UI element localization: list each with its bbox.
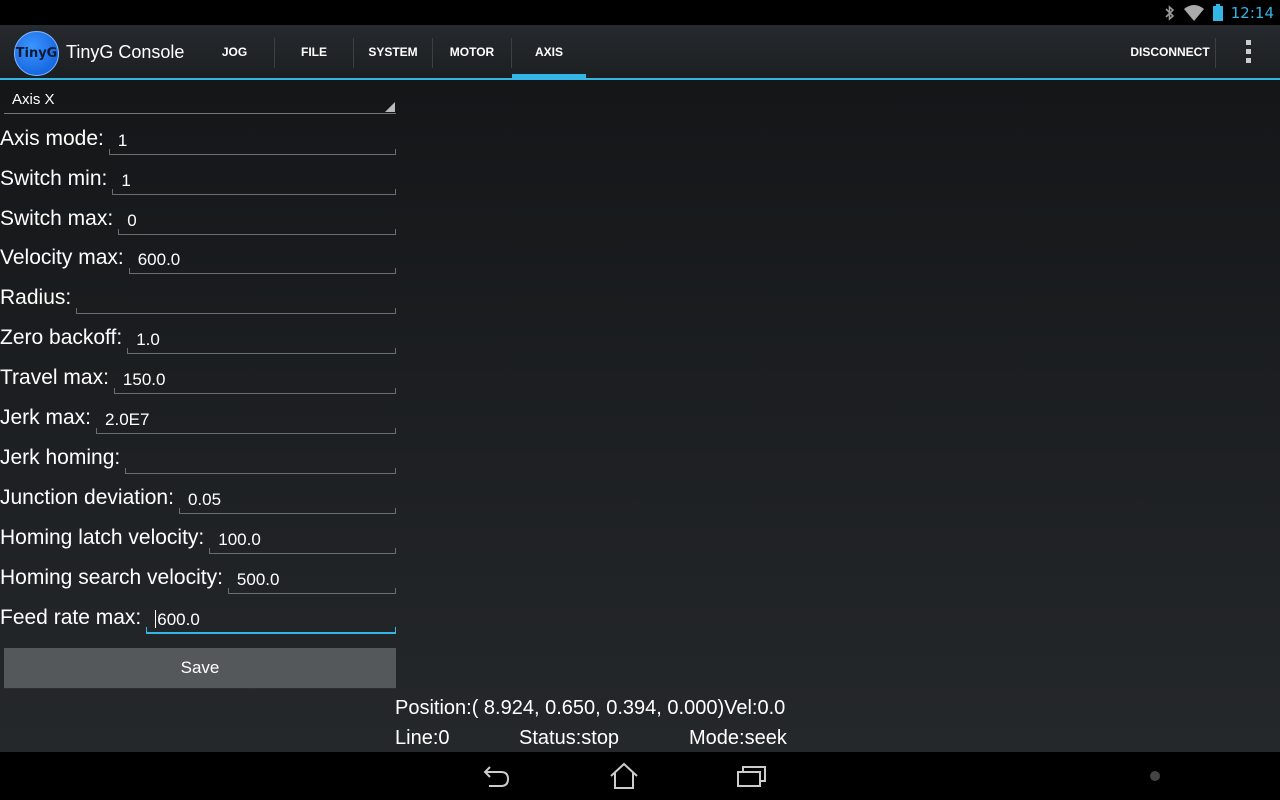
switch-min-input[interactable]: 1: [112, 169, 396, 195]
wifi-icon: [1183, 4, 1205, 21]
field-label: Homing latch velocity:: [0, 526, 205, 549]
dropdown-triangle-icon: [385, 102, 395, 112]
system-status-bar: 12:14: [0, 0, 1280, 25]
axis-spinner[interactable]: Axis X: [4, 88, 396, 114]
switch-max-input[interactable]: 0: [118, 209, 396, 235]
form-row-radius: Radius:: [0, 278, 396, 318]
form-row-junction-deviation: Junction deviation: 0.05: [0, 478, 397, 518]
form-row-homing-latch-velocity: Homing latch velocity: 100.0: [0, 518, 396, 558]
tab-jog[interactable]: JOG: [195, 25, 274, 78]
back-icon[interactable]: [476, 760, 516, 792]
field-label: Jerk max:: [0, 406, 92, 429]
homing-latch-velocity-input[interactable]: 100.0: [209, 528, 396, 554]
field-label: Switch min:: [0, 167, 108, 190]
field-label: Junction deviation:: [0, 486, 174, 509]
jerk-max-input[interactable]: 2.0E7: [96, 408, 396, 434]
field-label: Zero backoff:: [0, 326, 123, 349]
field-label: Velocity max:: [0, 246, 124, 269]
field-label: Jerk homing:: [0, 446, 121, 469]
form-row-homing-search-velocity: Homing search velocity: 500.0: [0, 558, 397, 598]
app-title: TinyG Console: [66, 42, 185, 62]
junction-deviation-input[interactable]: 0.05: [178, 488, 397, 514]
velocity-max-input[interactable]: 600.0: [128, 248, 397, 274]
form-row-feed-rate-max: Feed rate max: 600.0: [0, 598, 396, 638]
system-nav-bar: [0, 752, 1280, 800]
position-readout: Position:( 8.924, 0.650, 0.394, 0.000)Ve…: [395, 697, 786, 719]
menu-dot-icon: [1150, 771, 1160, 781]
field-label: Feed rate max:: [0, 606, 142, 629]
axis-config-panel: Axis X Axis mode: 1 Switch min: 1 Switch…: [0, 80, 1280, 752]
form-row-velocity-max: Velocity max: 600.0: [0, 238, 397, 278]
field-label: Travel max:: [0, 366, 109, 389]
feed-rate-max-input[interactable]: 600.0: [146, 608, 396, 634]
action-bar: TinyG TinyG Console JOG FILE SYSTEM MOTO…: [0, 25, 1280, 80]
disconnect-button[interactable]: DISCONNECT: [1124, 25, 1216, 78]
mode-readout: Mode:seek: [689, 727, 787, 749]
app-logo[interactable]: TinyG: [14, 31, 59, 76]
clock: 12:14: [1230, 3, 1274, 22]
save-button[interactable]: Save: [4, 648, 396, 688]
machine-status-readout: Status:stop: [519, 727, 620, 749]
field-label: Axis mode:: [0, 127, 104, 150]
overflow-menu-icon[interactable]: [1230, 25, 1266, 78]
tab-axis[interactable]: AXIS: [512, 25, 586, 78]
field-label: Radius:: [0, 286, 72, 309]
form-row-switch-max: Switch max: 0: [0, 199, 396, 239]
recents-icon[interactable]: [732, 760, 772, 792]
field-label: Switch max:: [0, 207, 114, 230]
homing-search-velocity-input[interactable]: 500.0: [227, 568, 397, 594]
bluetooth-icon: [1165, 4, 1175, 21]
form-row-travel-max: Travel max: 150.0: [0, 358, 397, 398]
form-row-switch-min: Switch min: 1: [0, 159, 396, 199]
form-row-jerk-homing: Jerk homing:: [0, 438, 396, 478]
travel-max-input[interactable]: 150.0: [113, 368, 397, 394]
line-readout: Line:0: [395, 727, 450, 749]
battery-icon: [1212, 4, 1223, 21]
form-row-jerk-max: Jerk max: 2.0E7: [0, 398, 396, 438]
action-divider: [1215, 38, 1216, 68]
radius-input[interactable]: [76, 288, 396, 314]
form-row-zero-backoff: Zero backoff: 1.0: [0, 318, 396, 358]
jerk-homing-input[interactable]: [125, 448, 396, 474]
form-row-axis-mode: Axis mode: 1: [0, 119, 397, 159]
tab-system[interactable]: SYSTEM: [354, 25, 432, 78]
tab-motor[interactable]: MOTOR: [433, 25, 511, 78]
axis-spinner-value: Axis X: [12, 91, 55, 108]
zero-backoff-input[interactable]: 1.0: [127, 328, 396, 354]
field-label: Homing search velocity:: [0, 566, 223, 589]
home-icon[interactable]: [604, 760, 644, 792]
tab-file[interactable]: FILE: [275, 25, 353, 78]
axis-mode-input[interactable]: 1: [108, 129, 397, 155]
